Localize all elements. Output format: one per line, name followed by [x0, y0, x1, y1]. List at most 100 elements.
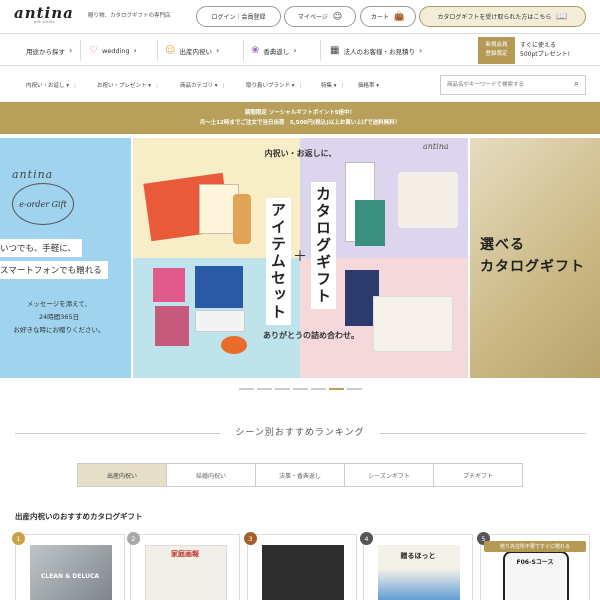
nav2-brand[interactable]: 取り扱いブランド ▾ | — [246, 81, 301, 89]
tab-season[interactable]: シーズンギフト — [345, 464, 434, 486]
product-caption: F06-Sコース — [516, 559, 554, 566]
slide-item-set[interactable]: 内祝い・お返しに、 antina アイテムセット ＋ カタログギフト ありがとう… — [133, 138, 468, 378]
chevron-right-icon: › — [215, 46, 220, 55]
carousel-dot[interactable] — [328, 388, 344, 390]
slide-headline-2: スマートフォンでも贈れる — [0, 261, 108, 279]
new-member-badge[interactable]: 新規会員 登録限定 — [478, 37, 515, 64]
received-gift-button[interactable]: カタログギフトを受け取られた方はこちら 📖 — [419, 6, 586, 27]
slide-vertical-2: カタログギフト — [311, 182, 336, 309]
product-image — [262, 545, 344, 600]
chevron-right-icon: › — [69, 46, 73, 55]
cart-button[interactable]: カート 👜 — [360, 6, 416, 27]
divider — [243, 40, 244, 61]
login-register-button[interactable]: ログイン｜会員登録 — [196, 6, 281, 27]
search-box: ⌕ — [440, 75, 586, 95]
carousel-dot[interactable] — [274, 388, 290, 390]
no-address-banner: 贈り先住所不要ですぐに贈れる — [484, 541, 586, 552]
announcement-line1: 期間限定 ソーシャルギフトポイント5倍中！ — [244, 110, 356, 116]
product-card-2[interactable]: 家庭画報 — [130, 534, 240, 600]
heart-icon: ♡ — [89, 45, 98, 56]
product-card-4[interactable]: 贈るほっと — [363, 534, 473, 600]
nav-funeral-label: 香典返し — [263, 47, 290, 56]
towel-image — [373, 296, 453, 352]
bag-icon: 👜 — [393, 11, 406, 22]
baby-icon: ☺ — [165, 45, 176, 56]
nav-birth-label: 出産内祝い — [179, 47, 212, 56]
chevron-right-icon: › — [293, 46, 297, 55]
announcement-line2: 月～土12時までご注文で当日出荷 5,500円(税込)以上お買い上げで送料無料！ — [199, 120, 401, 126]
product-card-3[interactable] — [247, 534, 357, 600]
rank-badge: 3 — [244, 532, 257, 545]
rank-badge: 4 — [360, 532, 373, 545]
eorder-logo: e-order Gift — [12, 183, 74, 225]
tab-funeral[interactable]: 法事・香典返し — [256, 464, 345, 486]
snack-tray-image — [398, 172, 458, 228]
hero-carousel[interactable]: antina e-order Gift いつでも、手軽に、 スマートフォンでも贈… — [0, 138, 600, 378]
slide-message: メッセージを添えて、 24時間365日 お好きな時にお贈りください。 — [13, 300, 105, 334]
carousel-dot[interactable] — [292, 388, 308, 390]
slide-catalog[interactable]: 選べる カタログギフト — [470, 138, 600, 378]
slide-headline-1: いつでも、手軽に、 — [0, 239, 82, 257]
login-label: ログイン｜会員登録 — [211, 14, 266, 21]
nav2-celebration[interactable]: お祝い・プレゼント ▾ | — [97, 81, 158, 89]
received-label: カタログギフトを受け取られた方はこちら — [437, 14, 552, 21]
search-input[interactable] — [441, 76, 561, 94]
cart-label: カート — [370, 14, 389, 21]
nav2-price[interactable]: 価格帯 ▾ — [358, 81, 379, 89]
divider — [157, 40, 158, 61]
nav2-thanks[interactable]: 内祝い・お返し ▾ | — [26, 81, 76, 89]
tab-label: プチギフト — [462, 472, 493, 480]
nav2-price-label: 価格帯 — [358, 83, 375, 89]
tab-label: 出産内祝い — [106, 472, 137, 480]
nav2-celebration-label: お祝い・プレゼント — [97, 83, 147, 89]
nav-birth[interactable]: ☺ 出産内祝い › — [165, 34, 219, 67]
announcement-banner[interactable]: 期間限定 ソーシャルギフトポイント5倍中！ 月～土12時までご注文で当日出荷 5… — [0, 102, 600, 134]
nav2-category-label: 商品カテゴリ — [180, 83, 214, 89]
tab-birth[interactable]: 出産内祝い — [78, 464, 167, 486]
product-caption: CLEAN & DELUCA — [40, 573, 99, 580]
nav-funeral[interactable]: ❀ 香典返し › — [251, 34, 297, 67]
product-box-image — [195, 310, 245, 332]
nav-wedding-label: wedding — [101, 46, 130, 55]
slide-brand: antina — [12, 168, 54, 181]
tab-label: 法事・香典返し — [278, 472, 321, 480]
catalog-image — [355, 200, 385, 246]
fruit-image — [221, 336, 247, 354]
building-icon: ▦ — [330, 45, 340, 56]
ranking-tabs: 出産内祝い 結婚内祝い 法事・香典返し シーズンギフト プチギフト — [77, 463, 523, 487]
nav-purpose[interactable]: 用途から探す › — [26, 34, 72, 67]
nav2-feature-label: 特集 — [321, 83, 333, 89]
slide-mid-heading: 内祝い・お返しに、 — [264, 149, 337, 158]
mypage-button[interactable]: マイページ ☺ — [284, 6, 356, 27]
product-caption: 家庭画報 — [171, 550, 199, 558]
member-promo-label: すぐに使える 500ptプレゼント! — [520, 42, 571, 58]
nav2-thanks-label: 内祝い・お返し — [26, 83, 65, 89]
nav-corporate[interactable]: ▦ 法人のお客様・お見積り › — [330, 34, 422, 67]
divider — [320, 40, 321, 61]
product-card-1[interactable]: CLEAN & DELUCA — [15, 534, 125, 600]
nav2-brand-label: 取り扱いブランド — [246, 83, 291, 89]
nav2-feature[interactable]: 特集 ▾ | — [321, 81, 343, 89]
product-caption: 贈るほっと — [400, 552, 436, 560]
member-promo[interactable]: すぐに使える 500ptプレゼント! — [520, 41, 570, 59]
carousel-dot[interactable] — [238, 388, 254, 390]
carousel-dot[interactable] — [346, 388, 362, 390]
product-box-image — [153, 268, 185, 302]
rank-badge: 2 — [127, 532, 140, 545]
mypage-label: マイページ — [297, 14, 328, 21]
chevron-right-icon: › — [418, 46, 423, 55]
product-bottle-image — [233, 194, 251, 244]
search-icon[interactable]: ⌕ — [574, 79, 579, 89]
product-box-image — [195, 266, 243, 308]
tab-wedding[interactable]: 結婚内祝い — [167, 464, 256, 486]
plus-icon: ＋ — [293, 249, 307, 265]
slide-eorder[interactable]: antina e-order Gift いつでも、手軽に、 スマートフォンでも贈… — [0, 138, 131, 378]
nav-wedding[interactable]: ♡ wedding › — [89, 34, 137, 67]
lotus-icon: ❀ — [251, 45, 260, 56]
tab-petit[interactable]: プチギフト — [434, 464, 522, 486]
flower-box-image — [155, 306, 189, 346]
carousel-dot[interactable] — [310, 388, 326, 390]
carousel-dot[interactable] — [256, 388, 272, 390]
carousel-dots — [0, 388, 600, 390]
nav2-category[interactable]: 商品カテゴリ ▾ | — [180, 81, 224, 89]
